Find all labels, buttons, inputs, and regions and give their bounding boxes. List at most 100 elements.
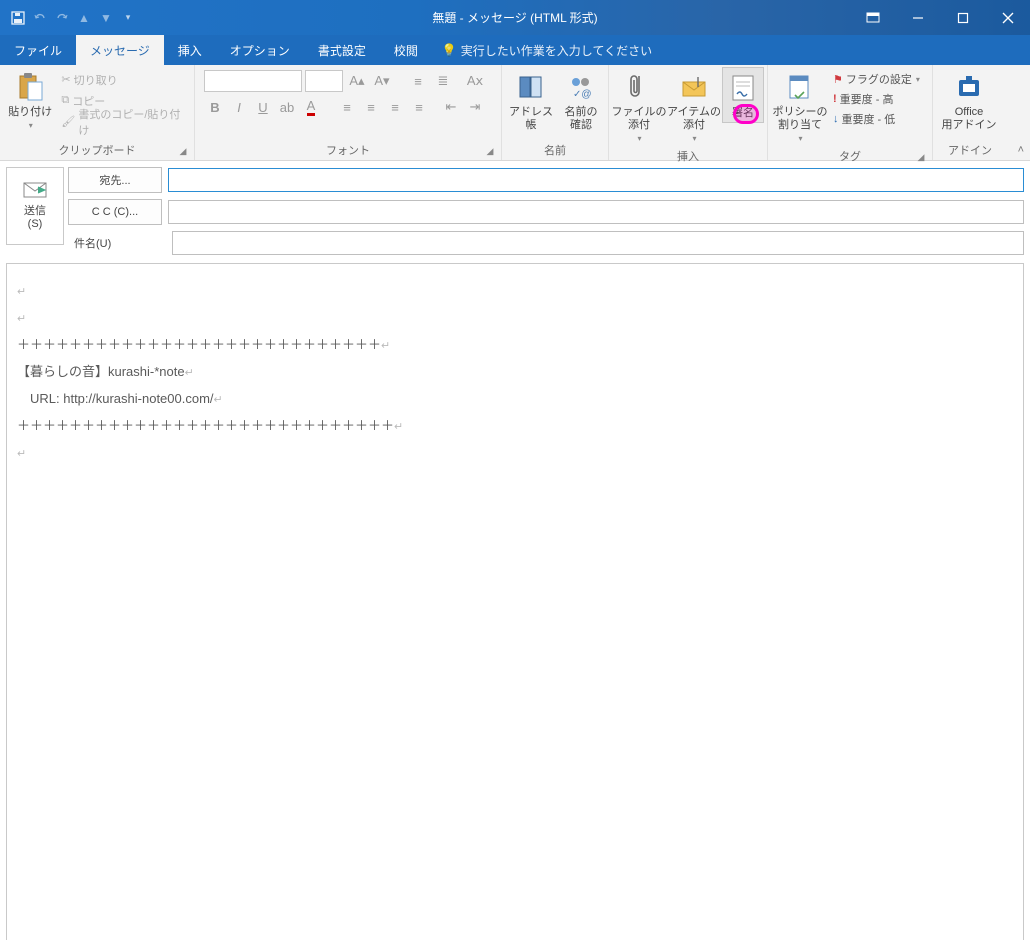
undo-icon[interactable] bbox=[32, 10, 48, 26]
justify-icon[interactable]: ≡ bbox=[408, 96, 430, 118]
body-line-4: 【暮らしの音】kurashi-*note bbox=[17, 364, 185, 379]
clear-formatting-icon[interactable]: Aⅹ bbox=[464, 70, 486, 92]
send-label: 送信 (S) bbox=[24, 202, 46, 230]
follow-up-button[interactable]: ⚑フラグの設定▾ bbox=[829, 69, 924, 89]
attach-item-button[interactable]: アイテムの 添付▾ bbox=[666, 67, 722, 147]
send-button[interactable]: 送信 (S) bbox=[6, 167, 64, 245]
tab-message[interactable]: メッセージ bbox=[76, 35, 164, 65]
group-font-label: フォント bbox=[326, 145, 370, 157]
low-importance-button[interactable]: ↓重要度 - 低 bbox=[829, 109, 924, 129]
align-right-icon[interactable]: ≡ bbox=[384, 96, 406, 118]
address-book-icon bbox=[515, 71, 547, 103]
address-book-label: アドレス帳 bbox=[508, 106, 554, 132]
cc-label: C C (C)... bbox=[92, 206, 138, 218]
align-left-icon[interactable]: ≡ bbox=[336, 96, 358, 118]
copy-icon: ⧉ bbox=[61, 94, 69, 107]
window-title: 無題 - メッセージ (HTML 形式) bbox=[432, 9, 597, 26]
numbering-icon[interactable]: ≣ bbox=[432, 70, 454, 92]
tab-options[interactable]: オプション bbox=[216, 35, 304, 65]
qat-customize-icon[interactable]: ▾ bbox=[120, 10, 136, 26]
tab-review[interactable]: 校閲 bbox=[380, 35, 432, 65]
cc-button[interactable]: C C (C)... bbox=[68, 199, 162, 225]
font-name-combo[interactable] bbox=[204, 70, 302, 92]
message-body[interactable]: ↵ ↵ ＋＋＋＋＋＋＋＋＋＋＋＋＋＋＋＋＋＋＋＋＋＋＋＋＋＋＋＋↵ 【暮らしの音… bbox=[6, 263, 1024, 940]
indent-icon[interactable]: ⇥ bbox=[464, 96, 486, 118]
group-font: A▴ A▾ ≡ ≣ Aⅹ B I U ab A ≡ ≡ ≡ ≡ ⇤ bbox=[195, 65, 502, 160]
tell-me-label: 実行したい作業を入力してください bbox=[461, 42, 652, 59]
subject-label: 件名(U) bbox=[68, 235, 166, 251]
low-importance-icon: ↓ bbox=[833, 113, 839, 125]
addins-icon bbox=[953, 71, 985, 103]
assign-policy-button[interactable]: ポリシーの 割り当て▾ bbox=[771, 67, 829, 147]
redo-icon[interactable] bbox=[54, 10, 70, 26]
check-names-button[interactable]: ✓@ 名前の 確認 bbox=[557, 67, 605, 134]
outdent-icon[interactable]: ⇤ bbox=[440, 96, 462, 118]
check-names-icon: ✓@ bbox=[565, 71, 597, 103]
up-arrow-icon[interactable]: ▲ bbox=[76, 10, 92, 26]
ribbon-display-icon[interactable] bbox=[850, 0, 895, 35]
save-icon[interactable] bbox=[10, 10, 26, 26]
office-addins-button[interactable]: Office 用アドイン bbox=[936, 67, 1002, 134]
follow-up-label: フラグの設定 bbox=[846, 71, 912, 87]
maximize-button[interactable] bbox=[940, 0, 985, 35]
increase-font-icon[interactable]: A▴ bbox=[346, 70, 368, 92]
group-tags-label: タグ bbox=[839, 151, 861, 163]
paste-button[interactable]: 貼り付け▾ bbox=[3, 67, 57, 134]
policy-icon bbox=[784, 71, 816, 103]
tell-me[interactable]: 💡 実行したい作業を入力してください bbox=[432, 35, 662, 65]
font-launcher[interactable]: ◢ bbox=[484, 146, 496, 158]
bold-icon[interactable]: B bbox=[204, 96, 226, 118]
tags-launcher[interactable]: ◢ bbox=[915, 152, 927, 164]
attach-item-icon bbox=[678, 71, 710, 103]
down-arrow-icon[interactable]: ▼ bbox=[98, 10, 114, 26]
ribbon: 貼り付け▾ ✂切り取り ⧉コピー 🖌書式のコピー/貼り付け クリップボード◢ A… bbox=[0, 65, 1030, 161]
bullets-icon[interactable]: ≡ bbox=[407, 70, 429, 92]
subject-input[interactable] bbox=[172, 231, 1024, 255]
format-painter-button[interactable]: 🖌書式のコピー/貼り付け bbox=[57, 111, 191, 132]
clipboard-launcher[interactable]: ◢ bbox=[177, 146, 189, 158]
cut-label: 切り取り bbox=[74, 72, 118, 88]
signature-button[interactable]: 署名 bbox=[722, 67, 764, 123]
attach-file-button[interactable]: ファイルの 添付▾ bbox=[612, 67, 666, 147]
group-include-label: 挿入 bbox=[612, 147, 764, 166]
lightbulb-icon: 💡 bbox=[442, 43, 457, 57]
font-size-combo[interactable] bbox=[305, 70, 343, 92]
policy-label: ポリシーの 割り当て bbox=[773, 106, 828, 132]
high-imp-label: 重要度 - 高 bbox=[840, 91, 894, 107]
to-label: 宛先... bbox=[99, 172, 130, 188]
group-addins: Office 用アドイン アドイン bbox=[933, 65, 1007, 160]
minimize-button[interactable] bbox=[895, 0, 940, 35]
decrease-font-icon[interactable]: A▾ bbox=[371, 70, 393, 92]
attach-item-label: アイテムの 添付 bbox=[667, 106, 721, 132]
addins-label: Office 用アドイン bbox=[942, 106, 997, 132]
close-button[interactable] bbox=[985, 0, 1030, 35]
underline-icon[interactable]: U bbox=[252, 96, 274, 118]
ribbon-tabs: ファイル メッセージ 挿入 オプション 書式設定 校閲 💡 実行したい作業を入力… bbox=[0, 35, 1030, 65]
to-input[interactable] bbox=[168, 168, 1024, 192]
highlight-marker bbox=[733, 104, 759, 124]
high-importance-button[interactable]: !重要度 - 高 bbox=[829, 89, 924, 109]
title-bar: ▲ ▼ ▾ 無題 - メッセージ (HTML 形式) bbox=[0, 0, 1030, 35]
svg-text:✓@: ✓@ bbox=[573, 89, 592, 100]
align-center-icon[interactable]: ≡ bbox=[360, 96, 382, 118]
paste-label: 貼り付け bbox=[8, 106, 52, 119]
tab-insert[interactable]: 挿入 bbox=[164, 35, 216, 65]
group-addins-label: アドイン bbox=[936, 141, 1004, 160]
body-line-3: ＋＋＋＋＋＋＋＋＋＋＋＋＋＋＋＋＋＋＋＋＋＋＋＋＋＋＋＋ bbox=[17, 337, 381, 352]
highlight-icon[interactable]: ab bbox=[276, 96, 298, 118]
attach-file-label: ファイルの 添付 bbox=[612, 106, 667, 132]
font-color-icon[interactable]: A bbox=[300, 96, 322, 118]
group-names: アドレス帳 ✓@ 名前の 確認 名前 bbox=[502, 65, 609, 160]
to-button[interactable]: 宛先... bbox=[68, 167, 162, 193]
tab-format[interactable]: 書式設定 bbox=[304, 35, 380, 65]
tab-file[interactable]: ファイル bbox=[0, 35, 76, 65]
collapse-ribbon-icon[interactable]: ˄ bbox=[1018, 144, 1024, 156]
check-names-label: 名前の 確認 bbox=[564, 106, 597, 132]
cc-input[interactable] bbox=[168, 200, 1024, 224]
scissors-icon: ✂ bbox=[61, 73, 70, 86]
cut-button[interactable]: ✂ 切り取り bbox=[57, 69, 191, 90]
address-book-button[interactable]: アドレス帳 bbox=[505, 67, 557, 134]
italic-icon[interactable]: I bbox=[228, 96, 250, 118]
group-include: ファイルの 添付▾ アイテムの 添付▾ 署名 挿入 bbox=[609, 65, 768, 160]
format-painter-label: 書式のコピー/貼り付け bbox=[78, 106, 187, 138]
